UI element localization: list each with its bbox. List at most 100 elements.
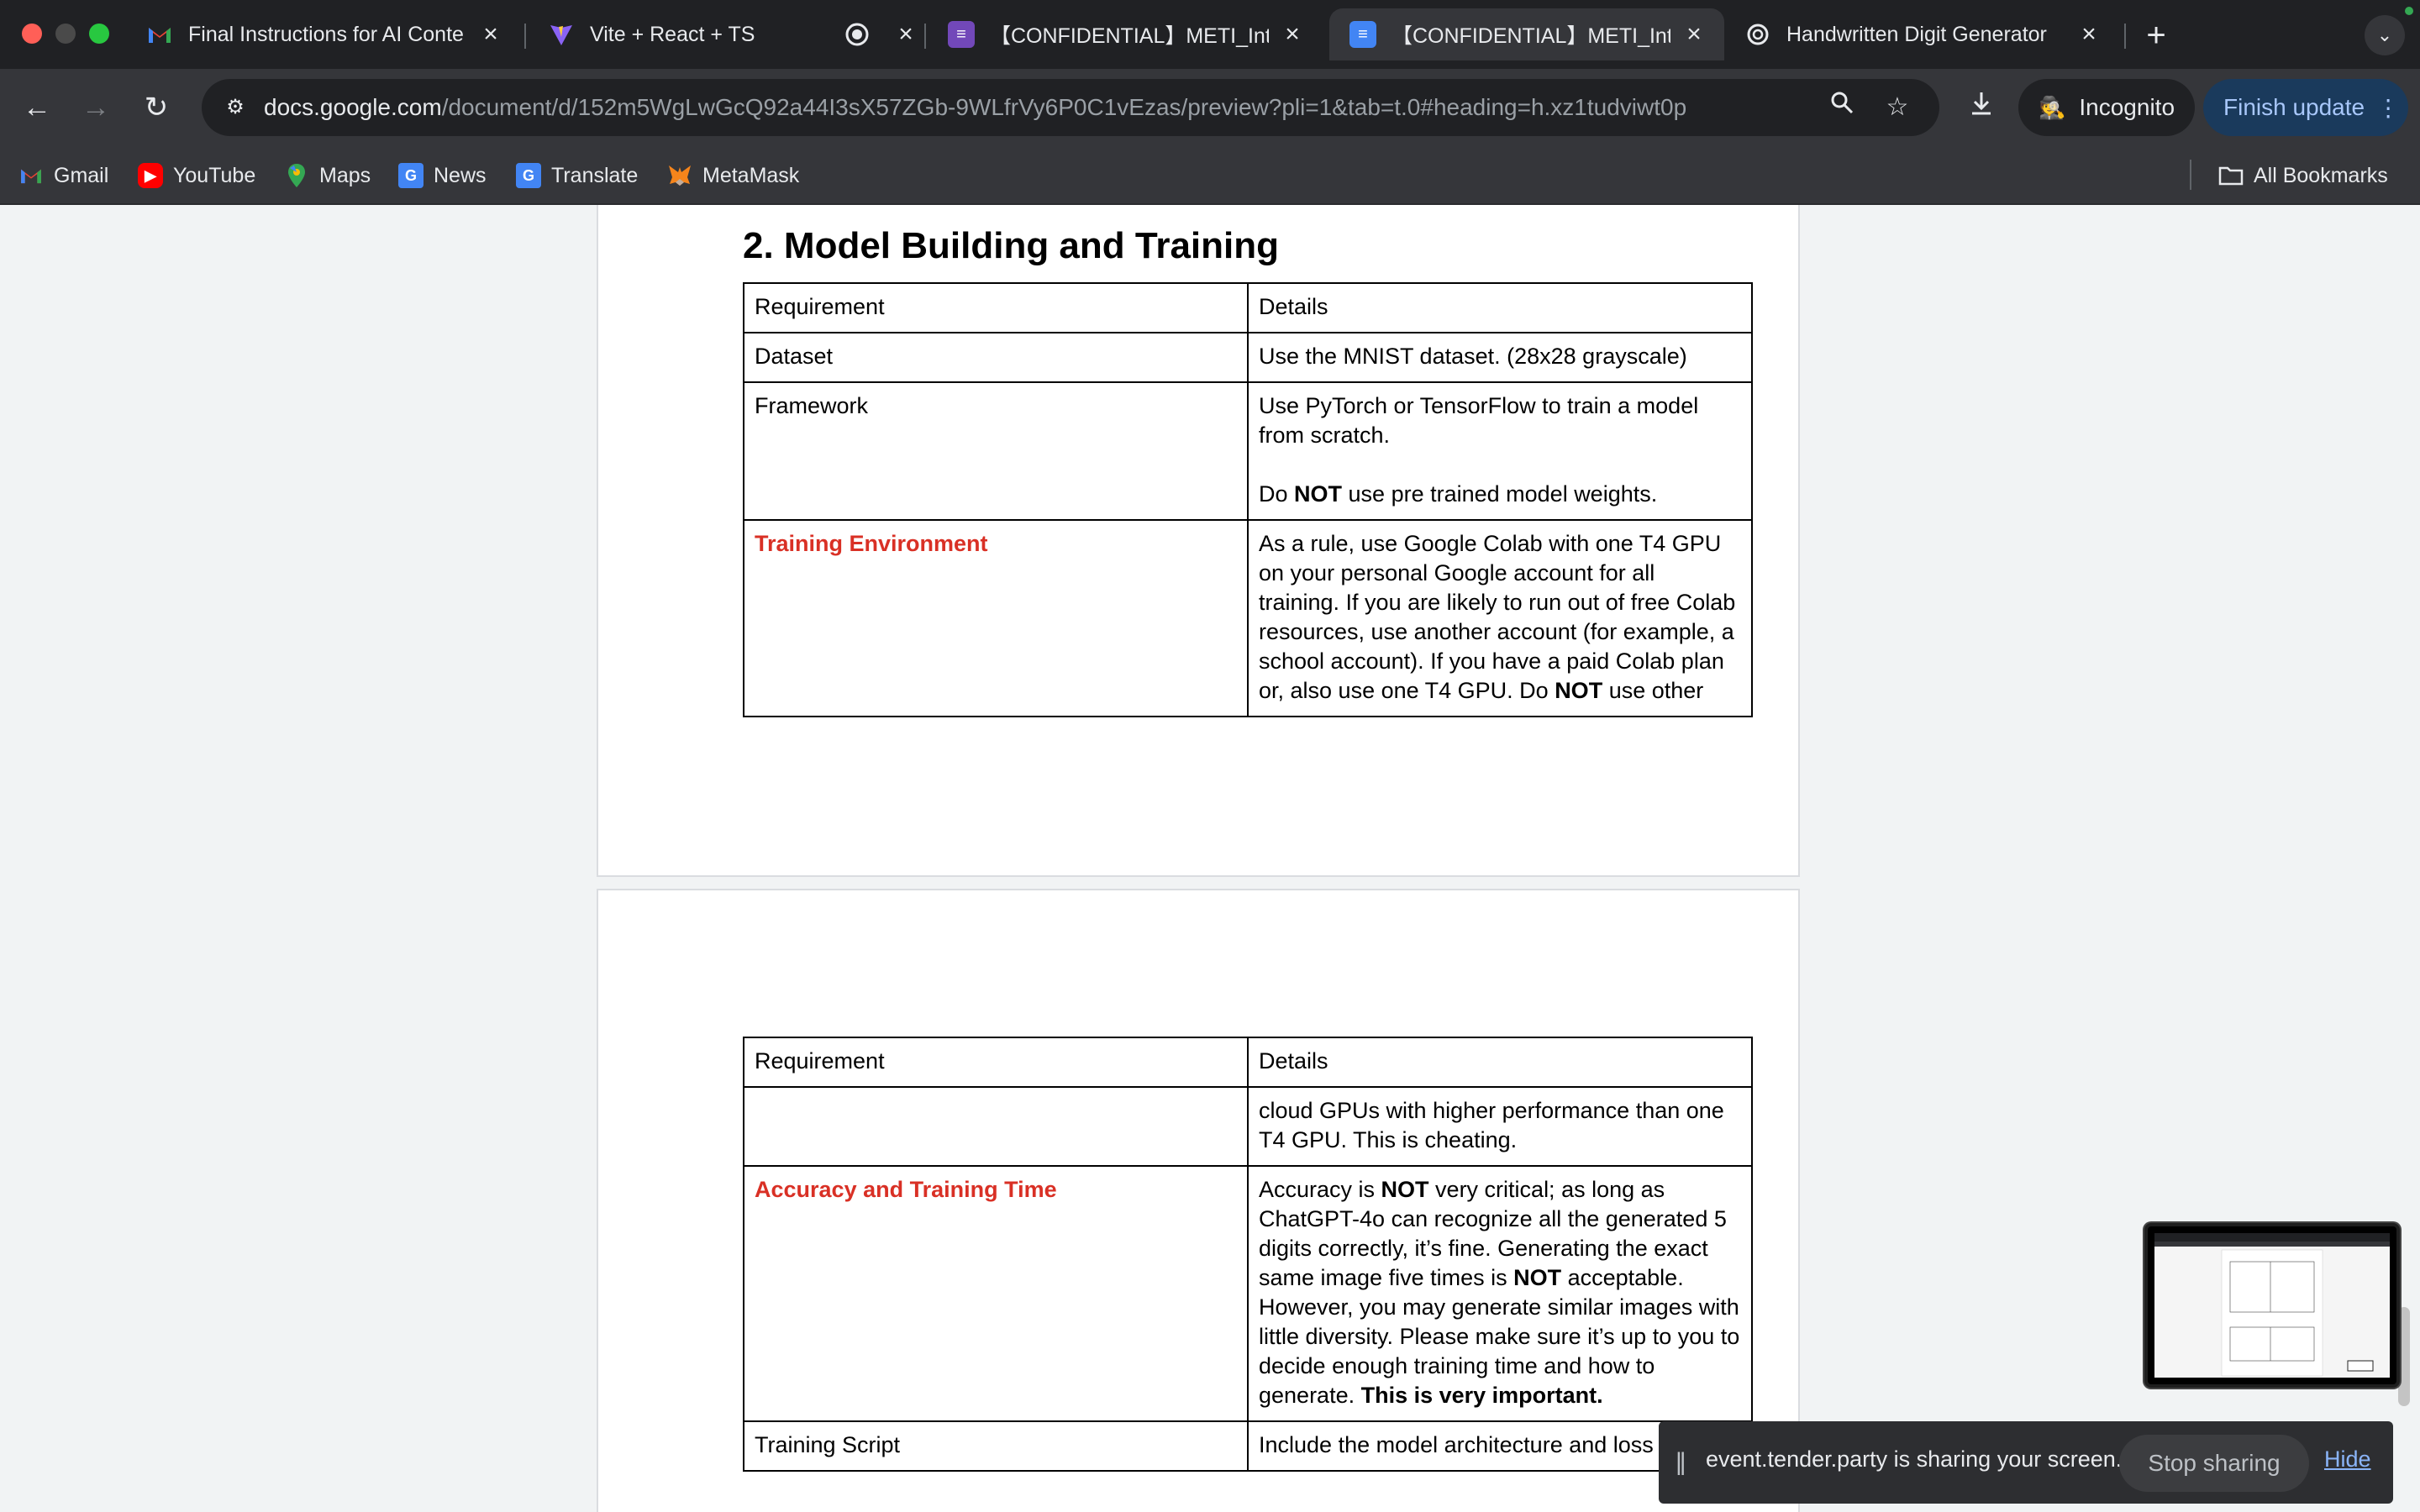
thumbnail-content-graphic [2154, 1233, 2390, 1377]
tab-title: 【CONFIDENTIAL】METI_Inte [1392, 24, 1670, 48]
all-bookmarks[interactable]: All Bookmarks [2218, 161, 2388, 190]
requirement-cell-highlighted: Accuracy and Training Time [743, 1165, 1249, 1422]
forward-arrow-icon[interactable]: → [77, 89, 114, 126]
tab-separator [924, 24, 926, 49]
google-docs-icon: ≡ [1349, 21, 1376, 48]
requirement-cell [743, 1086, 1249, 1167]
url-text[interactable]: docs.google.com/document/d/152m5WgLwGcQ9… [264, 79, 1835, 136]
bookmark-news[interactable]: G News [398, 161, 487, 190]
tab-title: Final Instructions for AI Conte [188, 22, 464, 46]
reload-icon[interactable]: ↻ [138, 89, 175, 126]
emphasis-text: NOT [1555, 678, 1603, 703]
gmail-icon [146, 21, 173, 48]
bookmark-star-icon[interactable]: ☆ [1879, 89, 1916, 126]
table-row: Training Environment As a rule, use Goog… [743, 519, 1753, 717]
tab-close-icon[interactable]: × [2075, 20, 2102, 49]
document-viewport[interactable]: 2. Model Building and Training Requireme… [0, 205, 2420, 1512]
details-paragraph: Do NOT use pre trained model weights. [1259, 480, 1741, 509]
table-header-cell: Requirement [743, 282, 1249, 333]
maps-icon [284, 163, 309, 188]
tab-close-icon[interactable]: × [1681, 20, 1707, 49]
text-run: use other [1602, 678, 1704, 703]
new-tab-button[interactable]: + [2138, 17, 2175, 55]
text-run: use pre trained model weights. [1342, 481, 1658, 507]
tab-strip: Final Instructions for AI Conte × Vite +… [0, 0, 2420, 69]
table-header-cell: Details [1247, 282, 1753, 333]
bookmark-label: News [434, 163, 487, 187]
tab-handwritten-digit[interactable]: Handwritten Digit Generator × [1724, 8, 2119, 60]
text-run: Accuracy is [1259, 1177, 1381, 1202]
incognito-icon: 🕵 [2039, 94, 2066, 120]
text-run: Do [1259, 481, 1295, 507]
tab-search-chevron-icon[interactable]: ⌄ [2365, 15, 2405, 55]
table-row: Training Script Include the model archit… [743, 1420, 1753, 1472]
zoom-search-icon[interactable] [1823, 89, 1860, 126]
table-header-row: Requirement Details [743, 1037, 1753, 1088]
table-header-cell: Details [1247, 1037, 1753, 1088]
tab-close-icon[interactable]: × [1279, 20, 1306, 49]
recording-icon [844, 21, 871, 48]
tab-close-icon[interactable]: × [477, 20, 504, 49]
youtube-icon: ▶ [138, 163, 163, 188]
table-row: cloud GPUs with higher performance than … [743, 1086, 1753, 1167]
bookmark-label: Translate [551, 163, 639, 187]
emphasis-text: NOT [1513, 1265, 1562, 1290]
table-row: Accuracy and Training Time Accuracy is N… [743, 1165, 1753, 1422]
bookmark-gmail[interactable]: Gmail [18, 161, 108, 190]
finish-update-button[interactable]: Finish update ⋮ [2203, 79, 2408, 136]
download-icon[interactable] [1963, 89, 2000, 126]
incognito-indicator[interactable]: 🕵 Incognito [2018, 79, 2195, 136]
requirements-table: Requirement Details cloud GPUs with high… [743, 1037, 1753, 1472]
vertical-scrollbar-thumb[interactable] [2398, 1307, 2410, 1406]
section-heading: 2. Model Building and Training [743, 225, 1279, 266]
zoom-window-button[interactable] [89, 24, 109, 44]
stop-sharing-button[interactable]: Stop sharing [2119, 1435, 2309, 1492]
url-path: /document/d/152m5WgLwGcQ92a44I3sX57ZGb-9… [441, 94, 1687, 120]
folder-icon [2218, 163, 2244, 188]
details-cell: As a rule, use Google Colab with one T4 … [1247, 519, 1753, 717]
bookmark-youtube[interactable]: ▶ YouTube [138, 161, 255, 190]
url-host: docs.google.com [264, 94, 442, 120]
tab-recording[interactable]: × [823, 8, 933, 60]
tab-title: 【CONFIDENTIAL】METI_Inte [990, 24, 1269, 48]
screen-sharing-bar: || event.tender.party is sharing your sc… [1659, 1421, 2393, 1504]
tab-title: Handwritten Digit Generator [1786, 22, 2047, 46]
bookmarks-bar: Gmail ▶ YouTube Maps G News G Translate … [0, 146, 2420, 205]
bookmark-maps[interactable]: Maps [284, 161, 371, 190]
browser-toolbar: ← → ↻ ⚙ docs.google.com/document/d/152m5… [0, 69, 2420, 146]
bookmark-translate[interactable]: G Translate [516, 161, 638, 190]
vite-icon [548, 21, 575, 48]
site-info-icon[interactable]: ⚙ [215, 87, 255, 128]
metamask-icon [667, 163, 692, 188]
requirements-table: Requirement Details Dataset Use the MNIS… [743, 282, 1753, 717]
close-window-button[interactable] [22, 24, 42, 44]
back-arrow-icon[interactable]: ← [18, 89, 55, 126]
bookmark-label: YouTube [173, 163, 256, 187]
tab-meti-docs[interactable]: ≡ 【CONFIDENTIAL】METI_Inte × [1329, 8, 1724, 60]
details-cell: Use PyTorch or TensorFlow to train a mod… [1247, 381, 1753, 521]
openai-icon [1744, 21, 1771, 48]
tab-final-instructions[interactable]: Final Instructions for AI Conte × [126, 8, 521, 60]
thumbnail-preview [2154, 1233, 2390, 1378]
bookmark-label: Maps [319, 163, 371, 187]
document-page: Requirement Details cloud GPUs with high… [597, 889, 1800, 1512]
all-bookmarks-label: All Bookmarks [2254, 163, 2388, 187]
details-cell: Accuracy is NOT very critical; as long a… [1247, 1165, 1753, 1422]
requirement-cell: Dataset [743, 332, 1249, 383]
minimize-window-button[interactable] [55, 24, 76, 44]
address-bar[interactable]: ⚙ docs.google.com/document/d/152m5WgLwGc… [202, 79, 1939, 136]
news-icon: G [398, 163, 424, 188]
browser-chrome: Final Instructions for AI Conte × Vite +… [0, 0, 2420, 205]
sharing-status-text: event.tender.party is sharing your scree… [1706, 1446, 2123, 1472]
gmail-icon [18, 163, 44, 188]
emphasis-text: This is very important. [1360, 1383, 1603, 1408]
google-forms-icon: ≡ [948, 21, 975, 48]
tab-close-icon[interactable]: × [896, 20, 916, 49]
bookmark-metamask[interactable]: MetaMask [667, 161, 799, 190]
tab-meti-forms[interactable]: ≡ 【CONFIDENTIAL】METI_Inte × [928, 8, 1323, 60]
hide-sharing-bar-link[interactable]: Hide [2324, 1446, 2371, 1473]
status-dot [2405, 7, 2413, 15]
bookmark-label: Gmail [54, 163, 109, 187]
more-vert-icon[interactable]: ⋮ [2376, 94, 2400, 122]
